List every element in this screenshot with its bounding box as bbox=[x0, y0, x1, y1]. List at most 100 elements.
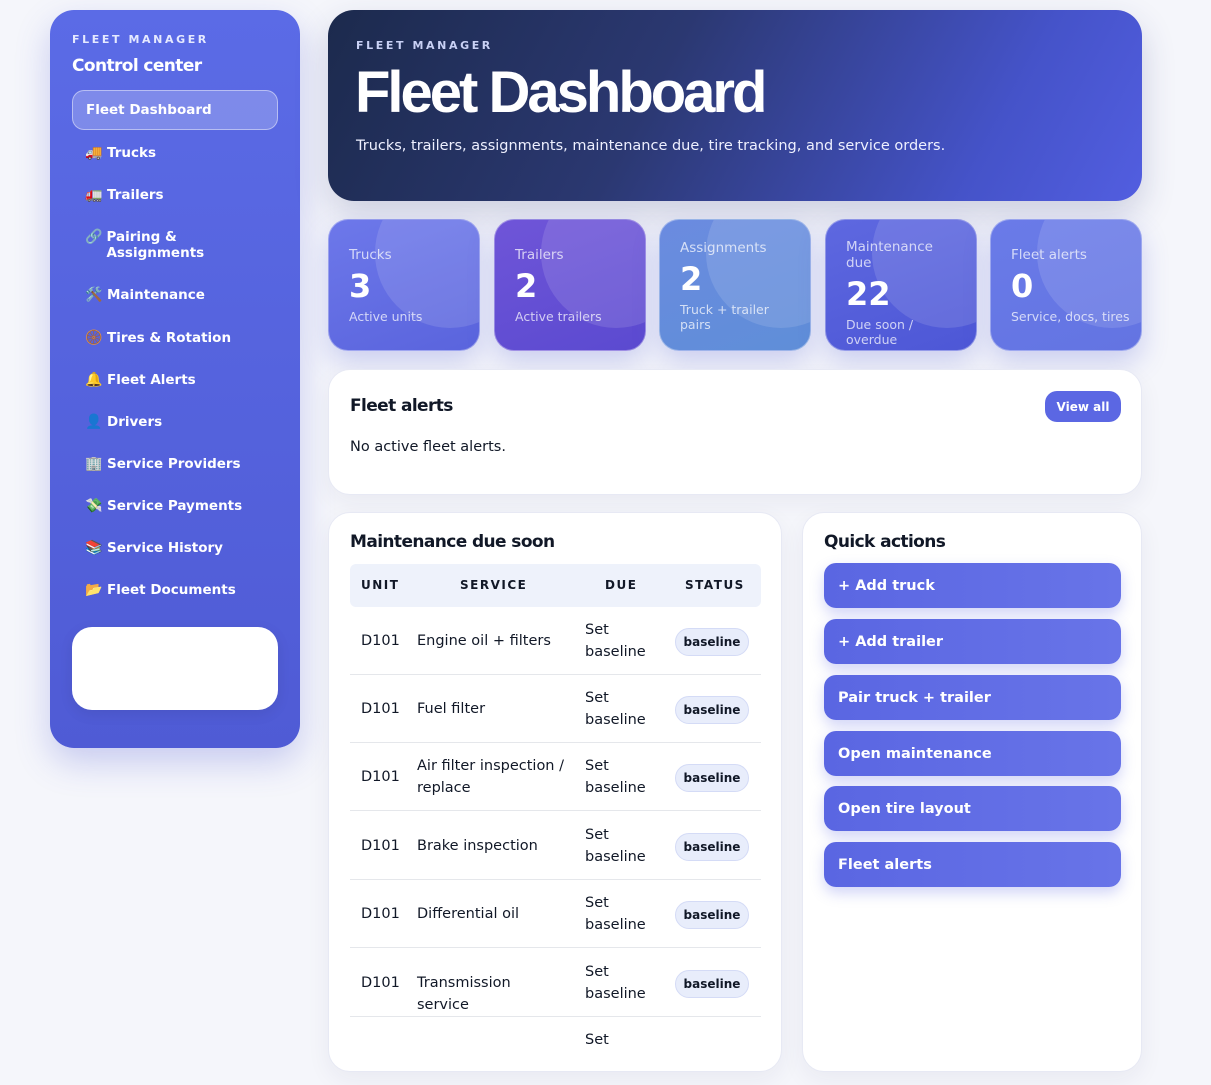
due-cell: Set bbox=[585, 1032, 609, 1048]
unit-cell: D101 bbox=[361, 701, 400, 717]
empty-alerts-text: No active fleet alerts. bbox=[350, 439, 506, 455]
pair-truck-trailer-button[interactable]: Pair truck + trailer bbox=[824, 675, 1121, 720]
service-cell: Brake inspection bbox=[417, 838, 538, 854]
due-cell: Set baseline bbox=[585, 758, 646, 796]
stat-card-assignments[interactable]: Assignments 2 Truck + trailer pairs bbox=[659, 219, 811, 351]
due-cell: Set baseline bbox=[585, 690, 646, 728]
building-icon: 🏢 bbox=[85, 456, 103, 472]
sidebar-item-label: Fleet Documents bbox=[107, 582, 236, 598]
sidebar-item-fleet-documents[interactable]: 📂 Fleet Documents bbox=[72, 582, 278, 598]
service-cell: Fuel filter bbox=[417, 701, 486, 717]
unit-cell: D101 bbox=[361, 769, 400, 785]
sidebar-item-service-providers[interactable]: 🏢 Service Providers bbox=[72, 456, 278, 472]
page-title: Fleet Dashboard bbox=[355, 60, 767, 125]
sidebar-item-label: Service Providers bbox=[107, 456, 241, 472]
maintenance-title: Maintenance due soon bbox=[350, 532, 555, 552]
tools-icon: 🛠️ bbox=[85, 287, 103, 303]
add-trailer-button[interactable]: + Add trailer bbox=[824, 619, 1121, 664]
table-row[interactable]: D101 Transmission service Set baseline b… bbox=[350, 949, 761, 1017]
maintenance-due-panel: Maintenance due soon UNIT SERVICE DUE ST… bbox=[328, 512, 782, 1072]
sidebar-subtitle: Control center bbox=[72, 56, 202, 76]
unit-cell: D101 bbox=[361, 906, 400, 922]
stat-value: 2 bbox=[680, 260, 703, 298]
table-row[interactable]: Set bbox=[350, 1017, 761, 1085]
hero-banner: FLEET MANAGER Fleet Dashboard Trucks, tr… bbox=[328, 10, 1142, 201]
service-cell: Differential oil bbox=[417, 906, 520, 922]
sidebar-item-service-payments[interactable]: 💸 Service Payments bbox=[72, 498, 278, 514]
sidebar-item-label: Pairing & Assignments bbox=[106, 229, 205, 261]
table-row[interactable]: D101 Differential oil Set baseline basel… bbox=[350, 880, 761, 948]
sidebar-item-fleet-dashboard[interactable]: Fleet Dashboard bbox=[72, 90, 278, 130]
stat-value: 22 bbox=[846, 275, 891, 313]
stat-label: Assignments bbox=[680, 240, 767, 256]
stat-card-trucks[interactable]: Trucks 3 Active units bbox=[328, 219, 480, 351]
sidebar-item-label: Maintenance bbox=[107, 287, 205, 303]
sidebar-item-maintenance[interactable]: 🛠️ Maintenance bbox=[72, 287, 278, 303]
sidebar-item-label: Trailers bbox=[107, 187, 164, 203]
sidebar-item-label: Service Payments bbox=[107, 498, 243, 514]
due-cell: Set baseline bbox=[585, 895, 646, 933]
stat-label: Maintenance due bbox=[846, 239, 933, 271]
service-cell: Engine oil + filters bbox=[417, 633, 551, 649]
hero-eyebrow: FLEET MANAGER bbox=[356, 39, 493, 52]
sidebar-item-label: Tires & Rotation bbox=[107, 330, 232, 346]
unit-cell: D101 bbox=[361, 633, 400, 649]
stat-label: Trailers bbox=[515, 247, 564, 263]
hero-description: Trucks, trailers, assignments, maintenan… bbox=[356, 138, 946, 154]
table-row[interactable]: D101 Air filter inspection / replace Set… bbox=[350, 743, 761, 811]
sidebar-eyebrow: FLEET MANAGER bbox=[72, 33, 209, 46]
truck-icon: 🚚 bbox=[85, 145, 103, 161]
add-truck-button[interactable]: + Add truck bbox=[824, 563, 1121, 608]
table-row[interactable]: D101 Fuel filter Set baseline baseline bbox=[350, 675, 761, 743]
fleet-alerts-button[interactable]: Fleet alerts bbox=[824, 842, 1121, 887]
fleet-alerts-panel: Fleet alerts View all No active fleet al… bbox=[328, 369, 1142, 495]
stat-label: Trucks bbox=[349, 247, 392, 263]
stat-sub: Service, docs, tires bbox=[1011, 309, 1130, 324]
stat-value: 2 bbox=[515, 267, 538, 305]
stat-sub: Active units bbox=[349, 309, 423, 324]
sidebar-item-label: Service History bbox=[107, 540, 223, 556]
money-icon: 💸 bbox=[85, 498, 103, 514]
sidebar-item-fleet-alerts[interactable]: 🔔 Fleet Alerts bbox=[72, 372, 278, 388]
link-icon: 🔗 bbox=[85, 229, 103, 245]
sidebar-item-trailers[interactable]: 🚛 Trailers bbox=[72, 187, 278, 203]
stat-value: 3 bbox=[349, 267, 372, 305]
tire-icon: 🛞 bbox=[85, 330, 103, 346]
stat-card-trailers[interactable]: Trailers 2 Active trailers bbox=[494, 219, 646, 351]
sidebar-item-label: Fleet Alerts bbox=[107, 372, 196, 388]
stat-card-fleet-alerts[interactable]: Fleet alerts 0 Service, docs, tires bbox=[990, 219, 1142, 351]
sidebar-item-tires-rotation[interactable]: 🛞 Tires & Rotation bbox=[72, 330, 278, 346]
stat-sub: Truck + trailer pairs bbox=[680, 302, 769, 332]
status-badge: baseline bbox=[675, 901, 749, 929]
stat-card-maintenance-due[interactable]: Maintenance due 22 Due soon / overdue bbox=[825, 219, 977, 351]
status-badge: baseline bbox=[675, 696, 749, 724]
stat-sub: Due soon / overdue bbox=[846, 317, 914, 347]
quick-actions-panel: Quick actions + Add truck + Add trailer … bbox=[802, 512, 1142, 1072]
sidebar-item-drivers[interactable]: 👤 Drivers bbox=[72, 414, 278, 430]
books-icon: 📚 bbox=[85, 540, 103, 556]
open-tire-layout-button[interactable]: Open tire layout bbox=[824, 786, 1121, 831]
status-badge: baseline bbox=[675, 764, 749, 792]
column-header-service: SERVICE bbox=[460, 578, 528, 592]
quick-actions-title: Quick actions bbox=[824, 532, 946, 552]
view-all-button[interactable]: View all bbox=[1045, 391, 1121, 422]
stat-sub: Active trailers bbox=[515, 309, 602, 324]
table-row[interactable]: D101 Brake inspection Set baseline basel… bbox=[350, 812, 761, 880]
sidebar-item-service-history[interactable]: 📚 Service History bbox=[72, 540, 278, 556]
status-badge: baseline bbox=[675, 628, 749, 656]
sidebar-item-label: Trucks bbox=[107, 145, 157, 161]
sidebar-card bbox=[72, 627, 278, 710]
sidebar-item-label: Fleet Dashboard bbox=[86, 102, 212, 118]
table-row[interactable]: D101 Engine oil + filters Set baseline b… bbox=[350, 607, 761, 675]
due-cell: Set baseline bbox=[585, 622, 646, 660]
due-cell: Set baseline bbox=[585, 827, 646, 865]
open-maintenance-button[interactable]: Open maintenance bbox=[824, 731, 1121, 776]
sidebar-item-pairing-assignments[interactable]: 🔗 Pairing & Assignments bbox=[72, 229, 222, 261]
sidebar: FLEET MANAGER Control center Fleet Dashb… bbox=[50, 10, 300, 748]
sidebar-item-trucks[interactable]: 🚚 Trucks bbox=[72, 145, 278, 161]
person-icon: 👤 bbox=[85, 414, 103, 430]
folder-icon: 📂 bbox=[85, 582, 103, 598]
column-header-unit: UNIT bbox=[361, 578, 400, 592]
due-cell: Set baseline bbox=[585, 964, 646, 1002]
table-header: UNIT SERVICE DUE STATUS bbox=[350, 564, 761, 607]
